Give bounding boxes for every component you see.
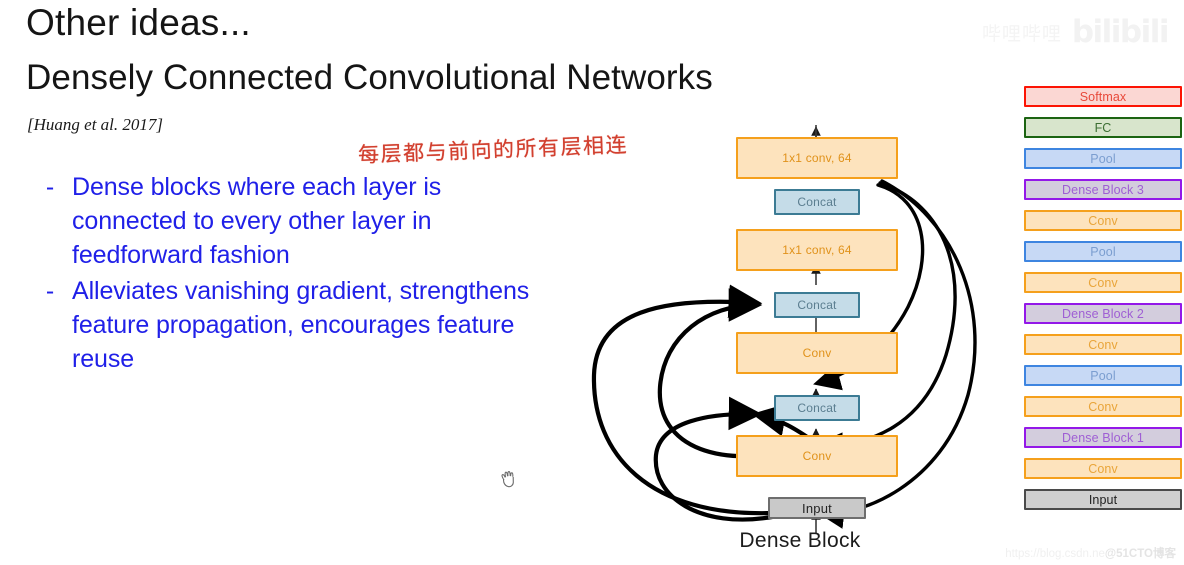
paper-citation: [Huang et al. 2017] — [27, 115, 163, 134]
list-item: - Alleviates vanishing gradient, strengt… — [28, 274, 548, 376]
arch-layer-conv-2[interactable]: Conv — [1024, 396, 1182, 417]
arch-layer-dense-block-2[interactable]: Dense Block 2 — [1024, 303, 1182, 324]
bullet-marker: - — [45, 173, 55, 201]
csdn-watermark-url: https://blog.csdn.ne — [1005, 548, 1105, 560]
dense-block-node-input[interactable]: Input — [768, 497, 866, 519]
cto-watermark-label: @51CTO博客 — [1104, 548, 1176, 560]
node-label: Input — [802, 500, 832, 516]
arch-layer-conv-4[interactable]: Conv — [1024, 272, 1182, 293]
arch-layer-pool-3[interactable]: Pool — [1024, 148, 1182, 169]
dense-block-caption: Dense Block — [739, 529, 861, 552]
node-label: Concat — [797, 195, 837, 209]
arch-layer-pool-1[interactable]: Pool — [1024, 365, 1182, 386]
arch-layer-label: Conv — [1088, 275, 1118, 290]
node-label: Conv — [802, 346, 832, 360]
arch-layer-label: Softmax — [1079, 89, 1127, 104]
dense-block-node-concat-1[interactable]: Concat — [774, 395, 860, 421]
hand-cursor-icon — [501, 471, 514, 488]
arch-layer-conv-1[interactable]: Conv — [1024, 458, 1182, 479]
slide-heading: Other ideas... — [26, 2, 251, 43]
arch-layer-input[interactable]: Input — [1024, 489, 1182, 510]
node-label: Concat — [797, 401, 837, 415]
arch-layer-label: Pool — [1090, 368, 1116, 383]
arch-layer-conv-5[interactable]: Conv — [1024, 210, 1182, 231]
node-label: 1x1 conv, 64 — [782, 151, 852, 165]
arch-layer-label: Input — [1088, 492, 1118, 507]
arch-layer-conv-3[interactable]: Conv — [1024, 334, 1182, 355]
arch-layer-label: Dense Block 3 — [1062, 182, 1144, 197]
dense-block-node-concat-2[interactable]: Concat — [774, 292, 860, 318]
dense-block-node-concat-3[interactable]: Concat — [774, 189, 860, 215]
bullet-text: Dense blocks where each layer is connect… — [72, 173, 442, 269]
dense-block-node-conv-1[interactable]: Conv — [736, 332, 898, 374]
arch-layer-label: Conv — [1088, 399, 1118, 414]
bullet-marker: - — [45, 277, 55, 305]
bilibili-watermark-sub: 哔哩哔哩 — [981, 22, 1062, 45]
bilibili-watermark: 哔哩哔哩 bilibili — [981, 14, 1170, 50]
handwritten-annotation: 每层都与前向的所有层相连 — [357, 132, 629, 168]
architecture-stack: Softmax FC Pool Dense Block 3 Conv Pool … — [1024, 86, 1182, 520]
arch-layer-label: Dense Block 1 — [1062, 430, 1144, 445]
bullet-text: Alleviates vanishing gradient, strengthe… — [72, 277, 530, 373]
dense-block-node-conv-2[interactable]: 1x1 conv, 64 — [736, 229, 898, 271]
arch-layer-label: Dense Block 2 — [1062, 306, 1144, 321]
bilibili-logo: bilibili — [1071, 14, 1170, 50]
arch-layer-pool-2[interactable]: Pool — [1024, 241, 1182, 262]
arch-layer-label: Conv — [1088, 337, 1118, 352]
arch-layer-dense-block-3[interactable]: Dense Block 3 — [1024, 179, 1182, 200]
arch-layer-fc[interactable]: FC — [1024, 117, 1182, 138]
node-label: Conv — [802, 449, 832, 463]
node-label: 1x1 conv, 64 — [782, 243, 852, 257]
arch-layer-softmax[interactable]: Softmax — [1024, 86, 1182, 107]
list-item: - Dense blocks where each layer is conne… — [28, 170, 548, 272]
arch-layer-label: Conv — [1088, 461, 1118, 476]
node-label: Concat — [797, 298, 837, 312]
arch-layer-label: Pool — [1090, 151, 1116, 166]
dense-block-node-conv-0[interactable]: Conv — [736, 435, 898, 477]
slide-title: Densely Connected Convolutional Networks — [26, 58, 713, 97]
bottom-watermark: https://blog.csdn.ne@51CTO博客 — [1005, 545, 1176, 561]
dense-block-diagram: 1x1 conv, 64 Concat 1x1 conv, 64 Concat … — [590, 125, 1010, 565]
bullet-list: - Dense blocks where each layer is conne… — [28, 170, 548, 378]
arch-layer-label: Conv — [1088, 213, 1118, 228]
dense-block-node-conv-top[interactable]: 1x1 conv, 64 — [736, 137, 898, 179]
arch-layer-label: Pool — [1090, 244, 1116, 259]
arch-layer-dense-block-1[interactable]: Dense Block 1 — [1024, 427, 1182, 448]
arch-layer-label: FC — [1094, 120, 1112, 135]
